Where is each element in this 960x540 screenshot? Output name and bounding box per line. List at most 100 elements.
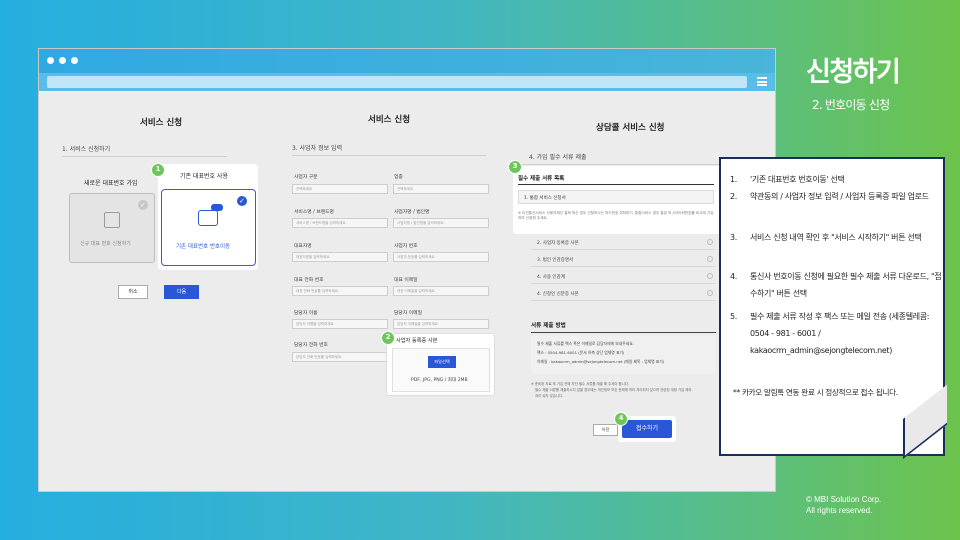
window-dot-icon <box>47 57 54 64</box>
step-number: 4. <box>730 272 737 281</box>
instruction-step: 4. 통신사 번호이동 신청에 필요한 필수 제출 서류 다운로드, "접수하기… <box>730 268 942 308</box>
field-label: 대표 전화 번호 <box>294 278 324 283</box>
doc-row-label: 4. 사용 인감계 <box>537 275 565 280</box>
upload-title: 사업자 등록증 사본 <box>396 338 438 344</box>
pane1-title: 서비스 신청 <box>140 118 183 128</box>
business-number-input[interactable]: 사업자 번호를 입력하세요. <box>393 252 489 262</box>
keep-number-card[interactable]: ✓ 기존 대표번호 번호이동 <box>161 189 256 266</box>
manager-phone-input[interactable]: 담당자 전화 번호를 입력하세요. <box>292 352 388 362</box>
prev-button[interactable]: 이전 <box>593 424 618 436</box>
upload-hint: PDF, JPG, PNG / 최대 2MB <box>411 378 468 383</box>
instruction-step: 2. 약관동의 / 사업자 정보 입력 / 사업자 등록증 파일 업로드 <box>730 188 940 228</box>
divider <box>518 184 714 185</box>
step-number: 2. <box>730 192 737 201</box>
callout-footnote: ** 카카오 알림톡 연동 완료 시 정상적으로 접수 됩니다. <box>733 388 898 397</box>
new-card-text: 신규 대표 번호 신청하기 <box>80 241 131 247</box>
instruction-step: 5. 필수 제출 서류 작성 후 팩스 또는 메일 전송 (세종텔레콤: 050… <box>730 308 940 368</box>
doc-row-label: 3. 법인 인감증명서 <box>537 258 574 263</box>
notice-line: 필수 제출 서류를 제출하시지 않을 경우에는 개인정보 보호 문제에 따라 처… <box>535 388 692 392</box>
window-titlebar <box>39 49 775 73</box>
download-icon[interactable] <box>707 239 713 245</box>
divider <box>62 156 227 157</box>
step-badge: 3 <box>508 160 522 174</box>
address-bar[interactable] <box>47 76 747 88</box>
pane3-title: 상담콜 서비스 신청 <box>596 123 665 133</box>
doc-row-label: 2. 사업자 등록증 사본 <box>537 241 579 246</box>
field-label: 대표자명 <box>294 244 312 249</box>
method-title: 서류 제출 방법 <box>531 323 566 329</box>
doc-row[interactable]: 3. 법인 인감증명서 <box>531 253 715 267</box>
keep-number-label: 기존 대표번호 사용 <box>180 173 228 180</box>
file-select-button[interactable]: 파일선택 <box>428 356 456 368</box>
download-icon[interactable] <box>707 273 713 279</box>
field-label: 대표 이메일 <box>394 278 418 283</box>
step-text: 통신사 번호이동 신청에 필요한 필수 제출 서류 다운로드, "접수하기" 버… <box>750 272 942 298</box>
new-number-card[interactable]: ✓ 신규 대표 번호 신청하기 <box>69 193 155 263</box>
check-icon: ✓ <box>237 196 247 206</box>
divider <box>531 332 716 333</box>
doc-row-first[interactable]: 1. 통합 서비스 신청서 <box>518 190 714 204</box>
phone-transfer-icon <box>198 204 223 226</box>
method-line: 이메일 : kakaocrm_admin@sejongtelecom.net (… <box>537 359 665 364</box>
submit-button[interactable]: 접수하기 <box>622 420 672 438</box>
document-icon <box>104 212 120 228</box>
new-number-label: 새로운 대표번호 가입 <box>84 180 138 187</box>
copyright-line: © MBI Solution Corp. <box>806 495 882 504</box>
manager-name-input[interactable]: 담당자 이름을 입력하세요. <box>292 319 388 329</box>
cancel-button[interactable]: 취소 <box>118 285 148 299</box>
divider <box>292 155 486 156</box>
download-icon[interactable] <box>707 256 713 262</box>
pane2-title: 서비스 신청 <box>368 115 411 125</box>
notice-line: ※ 준비된 자료 후 기입 전에 자진 필수 서류를 제출 해 주셔야 합니다. <box>531 382 629 386</box>
field-label: 사업자 번호 <box>394 244 418 249</box>
docs-header: 필수 제출 서류 목록 <box>518 176 565 182</box>
notice-line: 처리 되지 않습니다. <box>535 394 564 398</box>
pane3-section: 4. 가입 필수 서류 제출 <box>529 154 587 161</box>
page-subtitle: 2. 번호이동 신청 <box>812 98 890 112</box>
keep-card-text: 기존 대표번호 번호이동 <box>176 244 231 250</box>
download-icon[interactable] <box>707 290 713 296</box>
copyright-line: All rights reserved. <box>806 506 873 515</box>
business-type-select[interactable]: 선택하세요 <box>292 184 388 194</box>
field-label: 사업자 구분 <box>294 175 318 180</box>
upload-dropzone[interactable] <box>392 348 490 392</box>
divider <box>520 164 720 165</box>
check-icon: ✓ <box>138 200 148 210</box>
doc-row[interactable]: 4. 신청인 신분증 사본 <box>531 287 715 301</box>
pane1-section: 1. 서비스 신청하기 <box>62 146 111 153</box>
method-line: 필수 제출 서류를 팩스 혹은 이메일로 담당자에게 보내주세요. <box>537 341 634 346</box>
method-line: 팩스 : 0504-981-6001 (문서 하측 상단 업체명 표기) <box>537 350 625 355</box>
ceo-name-input[interactable]: 대표자명을 입력하세요. <box>292 252 388 262</box>
step-badge: 1 <box>151 163 165 177</box>
doc-row-label: 4. 신청인 신분증 사본 <box>537 292 579 297</box>
field-label: 담당자 전화 번호 <box>294 343 328 348</box>
step-number: 1. <box>730 175 737 184</box>
service-name-input[interactable]: 서비스명 / 브랜드명을 입력하세요. <box>292 218 388 228</box>
doc-row[interactable]: 4. 사용 인감계 <box>531 270 715 284</box>
step-text: 필수 제출 서류 작성 후 팩스 또는 메일 전송 (세종텔레콤: 0504 -… <box>750 312 930 355</box>
step-number: 3. <box>730 233 737 242</box>
instruction-step: 3. 서비스 신청 내역 확인 후 "서비스 시작하기" 버튼 선택 <box>730 229 940 269</box>
pane2-section: 3. 사업자 정보 입력 <box>292 145 343 152</box>
phone-input[interactable]: 대표 전화 번호를 입력하세요. <box>292 286 388 296</box>
step-text: 약관동의 / 사업자 정보 입력 / 사업자 등록증 파일 업로드 <box>750 192 929 201</box>
field-label: 담당자 이름 <box>294 311 318 316</box>
company-name-input[interactable]: 사업자명 / 법인명을 입력하세요. <box>393 218 489 228</box>
window-dot-icon <box>71 57 78 64</box>
address-row <box>39 73 775 91</box>
step-badge: 2 <box>381 331 395 345</box>
doc-row[interactable]: 2. 사업자 등록증 사본 <box>531 236 715 250</box>
industry-select[interactable]: 선택하세요 <box>393 184 489 194</box>
field-label: 서비스명 / 브랜드명 <box>294 210 334 215</box>
manager-email-input[interactable]: 담당자 이메일을 입력하세요. <box>393 319 489 329</box>
step-text: 서비스 신청 내역 확인 후 "서비스 시작하기" 버튼 선택 <box>750 233 922 242</box>
page-title: 신청하기 <box>806 57 901 88</box>
email-input[interactable]: 대표 이메일을 입력하세요. <box>393 286 489 296</box>
menu-icon[interactable] <box>757 77 767 86</box>
field-label: 업종 <box>394 175 403 180</box>
field-label: 담당자 이메일 <box>394 311 423 316</box>
step-number: 5. <box>730 312 737 321</box>
step-badge: 4 <box>614 412 628 426</box>
next-button[interactable]: 다음 <box>164 285 199 299</box>
chat-bubble-icon <box>211 204 223 211</box>
